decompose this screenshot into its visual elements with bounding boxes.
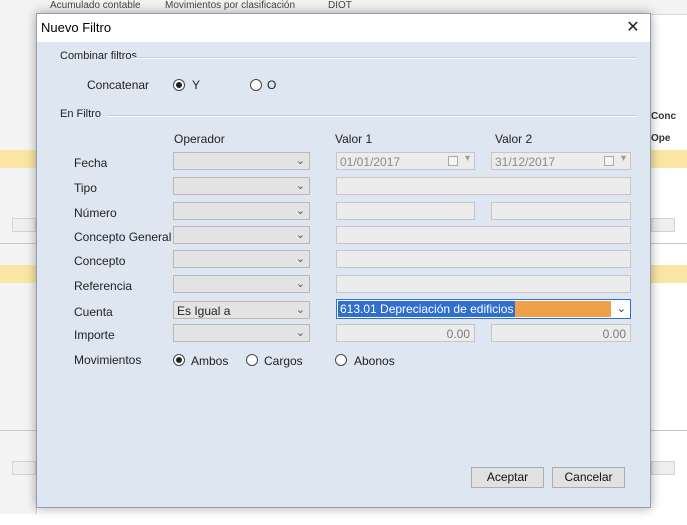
background-left-panel: [0, 14, 37, 514]
numero-valor1-field[interactable]: [336, 202, 475, 220]
accept-button[interactable]: Aceptar: [471, 467, 544, 488]
radio-abonos[interactable]: [335, 354, 347, 366]
row-label-referencia: Referencia: [74, 279, 133, 293]
group-title-en-filtro: En Filtro: [60, 108, 101, 120]
radio-y[interactable]: [173, 79, 185, 91]
background-column-header: Conc: [651, 111, 676, 122]
operador-select-importe[interactable]: ⌄: [173, 324, 310, 342]
dialog-body: Combinar filtros Concatenar Y O En Filtr…: [37, 42, 650, 507]
radio-cargos-label: Cargos: [264, 354, 303, 368]
operador-select-fecha[interactable]: ⌄: [173, 152, 310, 170]
chevron-down-icon: ▾: [464, 153, 470, 164]
operador-select-numero[interactable]: ⌄: [173, 202, 310, 220]
cancel-button[interactable]: Cancelar: [552, 467, 625, 488]
fecha-valor2-date[interactable]: 31/12/2017 ▾: [491, 152, 631, 170]
background-column-header: Ope: [651, 133, 671, 144]
chevron-down-icon: ▾: [620, 153, 626, 164]
chevron-down-icon: ⌄: [616, 303, 626, 315]
cuenta-selected-text: 613.01 Depreciación de edificios: [338, 301, 516, 317]
column-header-valor2: Valor 2: [495, 132, 533, 146]
referencia-valor-field[interactable]: [336, 275, 631, 293]
concepto-valor-field[interactable]: [336, 250, 631, 268]
background-scrollbar[interactable]: [651, 461, 675, 475]
cuenta-valor-select[interactable]: 613.01 Depreciación de edificios ⌄: [336, 299, 631, 319]
column-header-operador: Operador: [174, 132, 225, 146]
row-label-cuenta: Cuenta: [74, 305, 113, 319]
background-row-highlight: [0, 150, 36, 168]
operador-select-tipo[interactable]: ⌄: [173, 177, 310, 195]
background-row-highlight: [651, 265, 687, 283]
row-label-movimientos: Movimientos: [74, 353, 142, 367]
radio-ambos-label: Ambos: [191, 354, 229, 368]
row-label-importe: Importe: [74, 328, 115, 342]
radio-o[interactable]: [250, 79, 262, 91]
chevron-down-icon: ⌄: [295, 304, 305, 316]
importe-valor1-field[interactable]: 0.00: [336, 324, 475, 342]
background-row-highlight: [651, 150, 687, 168]
chevron-down-icon: ⌄: [295, 180, 305, 192]
row-label-fecha: Fecha: [74, 156, 108, 170]
radio-ambos[interactable]: [173, 354, 185, 366]
importe-valor2-field[interactable]: 0.00: [491, 324, 631, 342]
chevron-down-icon: ⌄: [295, 155, 305, 167]
row-label-numero: Número: [74, 206, 117, 220]
operador-select-concepto[interactable]: ⌄: [173, 250, 310, 268]
bg-tab-movimientos[interactable]: Movimientos por clasificación: [165, 0, 315, 13]
chevron-down-icon: ⌄: [295, 205, 305, 217]
bg-tab-acumulado[interactable]: Acumulado contable: [50, 0, 150, 13]
background-scrollbar[interactable]: [651, 218, 675, 232]
radio-cargos[interactable]: [246, 354, 258, 366]
chevron-down-icon: ⌄: [295, 278, 305, 290]
calendar-icon[interactable]: [604, 156, 614, 166]
calendar-icon[interactable]: [448, 156, 458, 166]
background-row-highlight: [0, 265, 36, 283]
dialog-titlebar[interactable]: Nuevo Filtro ✕: [37, 14, 650, 42]
close-icon[interactable]: ✕: [622, 18, 644, 38]
column-header-valor1: Valor 1: [335, 132, 373, 146]
background-scrollbar[interactable]: [12, 461, 36, 475]
row-label-concepto-general: Concepto General: [74, 230, 172, 244]
group-divider: [132, 57, 637, 59]
numero-valor2-field[interactable]: [491, 202, 631, 220]
operador-select-concepto-general[interactable]: ⌄: [173, 226, 310, 244]
chevron-down-icon: ⌄: [295, 253, 305, 265]
operador-select-referencia[interactable]: ⌄: [173, 275, 310, 293]
chevron-down-icon: ⌄: [295, 327, 305, 339]
fecha-valor1-date[interactable]: 01/01/2017 ▾: [336, 152, 475, 170]
row-label-tipo: Tipo: [74, 181, 97, 195]
nuevo-filtro-dialog: Nuevo Filtro ✕ Combinar filtros Concaten…: [36, 13, 651, 508]
concepto-general-valor-field[interactable]: [336, 226, 631, 244]
operador-select-cuenta[interactable]: Es Igual a ⌄: [173, 301, 310, 319]
group-title-combinar: Combinar filtros: [60, 50, 138, 62]
radio-o-label: O: [267, 78, 277, 92]
group-divider: [107, 115, 637, 117]
chevron-down-icon: ⌄: [295, 229, 305, 241]
dialog-title: Nuevo Filtro: [41, 20, 112, 35]
radio-abonos-label: Abonos: [354, 354, 395, 368]
radio-y-label: Y: [192, 78, 201, 92]
row-label-concepto: Concepto: [74, 254, 126, 268]
background-scrollbar[interactable]: [12, 218, 36, 232]
tipo-valor-field[interactable]: [336, 177, 631, 195]
concatenar-label: Concatenar: [87, 78, 150, 92]
bg-tab-diot[interactable]: DIOT: [328, 0, 388, 13]
